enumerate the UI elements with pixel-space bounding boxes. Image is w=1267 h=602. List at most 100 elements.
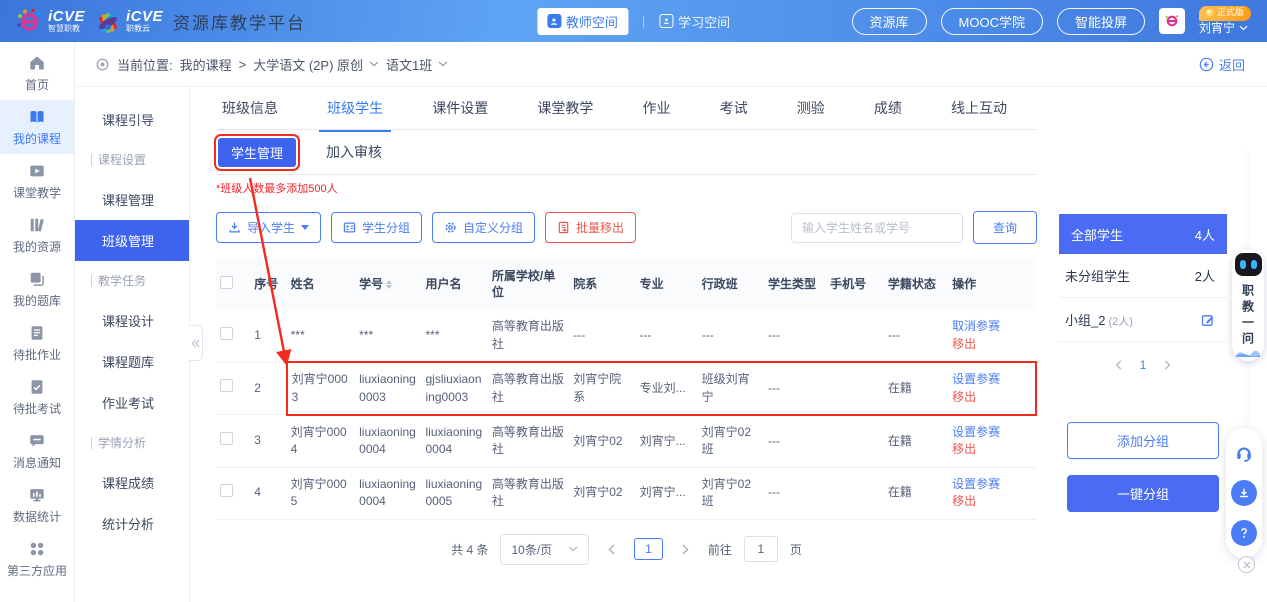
sidebar-item-pending-exams[interactable]: 待批考试	[0, 370, 74, 424]
course-menu-item-class-manage[interactable]: 班级管理	[75, 220, 189, 261]
sidebar-item-my-question-bank[interactable]: 我的题库	[0, 262, 74, 316]
group-item[interactable]: 小组_2(2人)	[1059, 298, 1227, 342]
import-students-button[interactable]: 导入学生	[216, 212, 321, 243]
resource-lib-button[interactable]: 资源库	[852, 8, 927, 35]
add-group-button[interactable]: 添加分组	[1067, 422, 1219, 459]
student-table: 序号 姓名 学号 用户名 所属学校/单位 院系 专业 行政班 学生类型 手机号 …	[216, 258, 1037, 520]
course-menu-item-course-design[interactable]: 课程设计	[75, 300, 189, 341]
group-page-number[interactable]: 1	[1140, 358, 1147, 372]
tab-homework[interactable]: 作业	[643, 98, 671, 118]
row-checkbox[interactable]	[220, 327, 233, 340]
select-all-checkbox[interactable]	[220, 276, 233, 289]
customer-service-button[interactable]	[1231, 440, 1257, 466]
tab-courseware-settings[interactable]: 课件设置	[432, 98, 488, 118]
prev-page-button[interactable]	[601, 540, 622, 559]
student-name-link[interactable]: ***	[287, 310, 356, 362]
breadcrumb-root[interactable]: 我的课程	[180, 55, 232, 74]
col-status: 学籍状态	[884, 258, 948, 310]
user-menu[interactable]: 刘宵宁	[1199, 21, 1248, 36]
assistant-widget[interactable]: 职教一问	[1232, 250, 1264, 361]
tab-class-students[interactable]: 班级学生	[327, 98, 383, 118]
student-group-button[interactable]: 学生分组	[331, 212, 422, 243]
course-menu-item-guide[interactable]: 课程引导	[75, 99, 189, 140]
sort-icon[interactable]	[386, 280, 392, 289]
student-name-link[interactable]: 刘宵宁0003	[287, 362, 356, 415]
sidebar-item-home[interactable]: 首页	[0, 46, 74, 100]
sidebar-item-my-courses[interactable]: 我的课程	[0, 100, 74, 154]
group-all-students[interactable]: 全部学生 4人	[1059, 214, 1227, 254]
pagination-total: 共 4 条	[451, 541, 488, 558]
cancel-contest-link[interactable]: 取消参赛	[952, 318, 1032, 335]
tab-exam[interactable]: 考试	[720, 98, 748, 118]
remove-link[interactable]: 移出	[952, 441, 1032, 458]
headset-icon	[1234, 443, 1254, 463]
help-button[interactable]	[1231, 520, 1257, 546]
set-contest-link[interactable]: 设置参赛	[952, 371, 1031, 388]
student-search-input[interactable]	[791, 213, 963, 243]
sidebar-item-classroom-teaching[interactable]: 课堂教学	[0, 154, 74, 208]
tab-class-info[interactable]: 班级信息	[222, 98, 278, 118]
all-students-count: 4人	[1195, 225, 1215, 244]
sidebar-item-pending-homework[interactable]: 待批作业	[0, 316, 74, 370]
row-checkbox[interactable]	[220, 432, 233, 445]
query-button[interactable]: 查询	[973, 211, 1037, 244]
subtab-student-manage[interactable]: 学生管理	[218, 138, 296, 167]
sidebar-item-statistics[interactable]: 数据统计	[0, 478, 74, 532]
brand-name-2: iCVE	[126, 9, 163, 25]
smart-cast-button[interactable]: 智能投屏	[1057, 8, 1145, 35]
student-name-link[interactable]: 刘宵宁0004	[287, 415, 356, 467]
mooc-button[interactable]: MOOC学院	[941, 8, 1043, 35]
breadcrumb-label: 当前位置:	[117, 55, 173, 74]
page-size-select[interactable]: 10条/页	[500, 534, 589, 565]
back-button[interactable]: 返回	[1199, 55, 1245, 74]
tab-classroom-teaching[interactable]: 课堂教学	[537, 98, 593, 118]
teacher-space-button[interactable]: 教师空间	[537, 8, 628, 35]
chevron-right-icon[interactable]	[1164, 360, 1171, 370]
toolbar: 导入学生 学生分组 自定义分组 批量移出	[216, 211, 1037, 244]
chevron-down-icon	[568, 546, 578, 552]
sidebar-item-third-party-apps[interactable]: 第三方应用	[0, 532, 74, 586]
subtab-join-review[interactable]: 加入审核	[326, 142, 382, 162]
batch-remove-button[interactable]: 批量移出	[545, 212, 636, 243]
remove-link[interactable]: 移出	[952, 389, 1031, 406]
chevron-left-icon[interactable]	[1115, 360, 1122, 370]
remove-link[interactable]: 移出	[952, 493, 1032, 510]
tab-online-interaction[interactable]: 线上互动	[951, 98, 1007, 118]
page-number[interactable]: 1	[634, 538, 663, 560]
student-name-link[interactable]: 刘宵宁0005	[287, 467, 356, 519]
breadcrumb-class-dropdown[interactable]: 语文1班	[386, 55, 448, 74]
remove-link[interactable]: 移出	[952, 336, 1032, 353]
course-menu-item-homework-exam[interactable]: 作业考试	[75, 382, 189, 423]
custom-group-button[interactable]: 自定义分组	[432, 212, 535, 243]
course-menu-item-course-manage[interactable]: 课程管理	[75, 179, 189, 220]
edit-group-icon[interactable]	[1201, 313, 1215, 327]
set-contest-link[interactable]: 设置参赛	[952, 424, 1032, 441]
row-checkbox[interactable]	[220, 484, 233, 497]
brand-sub-2: 职教云	[126, 25, 163, 33]
group-ungrouped[interactable]: 未分组学生 2人	[1059, 254, 1227, 298]
course-menu-item-course-grades[interactable]: 课程成绩	[75, 462, 189, 503]
course-menu-item-statistics-analysis[interactable]: 统计分析	[75, 503, 189, 544]
row-checkbox[interactable]	[220, 379, 233, 392]
course-menu: 课程引导 课程设置 课程管理 班级管理 教学任务 课程设计 课程题库 作业考试 …	[75, 87, 190, 602]
question-mark-icon	[1237, 526, 1251, 540]
close-widget-button[interactable]	[1238, 556, 1255, 573]
col-no: 序号	[250, 258, 286, 310]
sidebar-item-my-resources[interactable]: 我的资源	[0, 208, 74, 262]
set-contest-link[interactable]: 设置参赛	[952, 476, 1032, 493]
one-click-group-button[interactable]: 一键分组	[1067, 475, 1219, 512]
sub-tabs: 学生管理 加入审核	[216, 130, 1037, 175]
download-center-button[interactable]	[1231, 480, 1257, 506]
tab-grades[interactable]: 成绩	[874, 98, 902, 118]
breadcrumb-course-dropdown[interactable]: 大学语文 (2P) 原创	[253, 55, 379, 74]
learning-space-button[interactable]: 学习空间	[659, 12, 730, 31]
next-page-button[interactable]	[675, 540, 696, 559]
goto-page-input[interactable]	[744, 536, 778, 562]
right-column: 当前位置: 我的课程 > 大学语文 (2P) 原创 语文1班 返回 课程引导 课…	[75, 42, 1267, 602]
course-menu-item-course-bank[interactable]: 课程题库	[75, 341, 189, 382]
tab-quiz[interactable]: 测验	[797, 98, 825, 118]
collapse-sidebar-handle[interactable]	[189, 325, 203, 361]
table-header-row: 序号 姓名 学号 用户名 所属学校/单位 院系 专业 行政班 学生类型 手机号 …	[216, 258, 1036, 310]
sidebar-item-notifications[interactable]: 消息通知	[0, 424, 74, 478]
avatar[interactable]	[1159, 8, 1185, 34]
